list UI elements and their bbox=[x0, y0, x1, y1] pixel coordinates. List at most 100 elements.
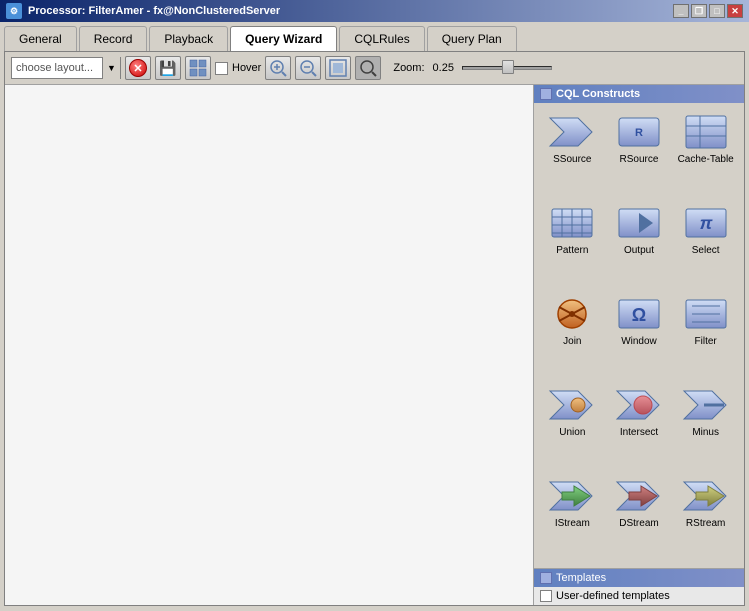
rstream-label: RStream bbox=[686, 518, 725, 529]
templates-label: Templates bbox=[556, 572, 606, 584]
filter-icon bbox=[682, 294, 730, 334]
rstream-icon bbox=[682, 476, 730, 516]
zoom-out-icon bbox=[299, 59, 317, 77]
intersect-icon bbox=[615, 385, 663, 425]
zoom-label: Zoom: bbox=[393, 62, 424, 74]
tab-content-query-wizard: choose layout... ▼ ✕ 💾 bbox=[4, 51, 745, 606]
title-bar: ⚙ Processor: FilterAmer - fx@NonClustere… bbox=[0, 0, 749, 22]
construct-dstream[interactable]: DStream bbox=[607, 473, 672, 562]
grid-icon bbox=[189, 59, 207, 77]
ssource-icon bbox=[548, 112, 596, 152]
delete-icon: ✕ bbox=[129, 59, 147, 77]
tab-general[interactable]: General bbox=[4, 26, 77, 51]
grid-button[interactable] bbox=[185, 56, 211, 80]
save-icon: 💾 bbox=[159, 60, 176, 77]
rsource-label: RSource bbox=[620, 154, 659, 165]
search-icon bbox=[359, 59, 377, 77]
cql-constructs-header: CQL Constructs bbox=[534, 85, 744, 103]
user-templates-label: User-defined templates bbox=[556, 590, 670, 602]
construct-rsource[interactable]: R RSource bbox=[607, 109, 672, 198]
dstream-icon bbox=[615, 476, 663, 516]
intersect-label: Intersect bbox=[620, 427, 658, 438]
construct-join[interactable]: Join bbox=[540, 291, 605, 380]
window-label: Window bbox=[621, 336, 657, 347]
window-icon: Ω bbox=[615, 294, 663, 334]
dstream-label: DStream bbox=[619, 518, 658, 529]
tab-playback[interactable]: Playback bbox=[149, 26, 228, 51]
save-button[interactable]: 💾 bbox=[155, 56, 181, 80]
cache-table-icon bbox=[682, 112, 730, 152]
window-title: Processor: FilterAmer - fx@NonClusteredS… bbox=[28, 5, 280, 17]
svg-text:R: R bbox=[635, 127, 643, 139]
layout-dropdown-arrow[interactable]: ▼ bbox=[102, 57, 120, 79]
content-area: CQL Constructs SSource bbox=[5, 85, 744, 605]
canvas-area[interactable] bbox=[5, 85, 534, 605]
construct-output[interactable]: Output bbox=[607, 200, 672, 289]
layout-dropdown[interactable]: choose layout... ▼ bbox=[11, 57, 121, 79]
istream-icon bbox=[548, 476, 596, 516]
tab-record[interactable]: Record bbox=[79, 26, 148, 51]
construct-pattern[interactable]: Pattern bbox=[540, 200, 605, 289]
constructs-grid: SSource R RSource bbox=[534, 103, 744, 568]
templates-header[interactable]: Templates bbox=[534, 569, 744, 587]
svg-text:π: π bbox=[699, 213, 712, 233]
minimize-button[interactable]: _ bbox=[673, 4, 689, 18]
pattern-icon bbox=[548, 203, 596, 243]
fit-icon bbox=[329, 59, 347, 77]
fit-button[interactable] bbox=[325, 56, 351, 80]
tabs-bar: General Record Playback Query Wizard CQL… bbox=[4, 26, 745, 51]
ssource-label: SSource bbox=[553, 154, 591, 165]
layout-select-text: choose layout... bbox=[12, 62, 102, 74]
construct-select[interactable]: π Select bbox=[673, 200, 738, 289]
construct-rstream[interactable]: RStream bbox=[673, 473, 738, 562]
minus-icon bbox=[682, 385, 730, 425]
tab-query-wizard[interactable]: Query Wizard bbox=[230, 26, 337, 51]
user-templates[interactable]: User-defined templates bbox=[534, 587, 744, 605]
main-container: General Record Playback Query Wizard CQL… bbox=[0, 22, 749, 610]
union-label: Union bbox=[559, 427, 585, 438]
hover-checkbox[interactable] bbox=[215, 62, 228, 75]
right-panel: CQL Constructs SSource bbox=[534, 85, 744, 605]
filter-label: Filter bbox=[695, 336, 717, 347]
tab-cqlrules[interactable]: CQLRules bbox=[339, 26, 424, 51]
zoom-value: 0.25 bbox=[433, 62, 454, 74]
app-icon: ⚙ bbox=[6, 3, 22, 19]
istream-label: IStream bbox=[555, 518, 590, 529]
templates-icon bbox=[540, 572, 552, 584]
hover-label: Hover bbox=[215, 62, 261, 75]
construct-cache-table[interactable]: Cache-Table bbox=[673, 109, 738, 198]
construct-ssource[interactable]: SSource bbox=[540, 109, 605, 198]
zoom-in-button[interactable] bbox=[265, 56, 291, 80]
hover-text: Hover bbox=[232, 62, 261, 74]
cql-constructs-title: CQL Constructs bbox=[556, 88, 640, 100]
zoom-out-button[interactable] bbox=[295, 56, 321, 80]
construct-intersect[interactable]: Intersect bbox=[607, 382, 672, 471]
construct-window[interactable]: Ω Window bbox=[607, 291, 672, 380]
user-templates-checkbox[interactable] bbox=[540, 590, 552, 602]
maximize-button[interactable]: □ bbox=[709, 4, 725, 18]
pattern-label: Pattern bbox=[556, 245, 588, 256]
minus-label: Minus bbox=[692, 427, 719, 438]
zoom-slider-thumb[interactable] bbox=[502, 60, 514, 74]
delete-button[interactable]: ✕ bbox=[125, 56, 151, 80]
svg-text:Ω: Ω bbox=[632, 305, 646, 325]
construct-minus[interactable]: Minus bbox=[673, 382, 738, 471]
construct-filter[interactable]: Filter bbox=[673, 291, 738, 380]
construct-istream[interactable]: IStream bbox=[540, 473, 605, 562]
join-label: Join bbox=[563, 336, 581, 347]
cql-constructs-icon bbox=[540, 88, 552, 100]
bottom-panel: Templates User-defined templates bbox=[534, 568, 744, 605]
select-label: Select bbox=[692, 245, 720, 256]
join-icon bbox=[548, 294, 596, 334]
cache-table-label: Cache-Table bbox=[678, 154, 734, 165]
construct-union[interactable]: Union bbox=[540, 382, 605, 471]
zoom-slider[interactable] bbox=[462, 60, 552, 76]
output-label: Output bbox=[624, 245, 654, 256]
zoom-in-icon bbox=[269, 59, 287, 77]
rsource-icon: R bbox=[615, 112, 663, 152]
search-button[interactable] bbox=[355, 56, 381, 80]
close-button[interactable]: ✕ bbox=[727, 4, 743, 18]
restore-button[interactable]: ❐ bbox=[691, 4, 707, 18]
select-icon: π bbox=[682, 203, 730, 243]
tab-query-plan[interactable]: Query Plan bbox=[427, 26, 517, 51]
